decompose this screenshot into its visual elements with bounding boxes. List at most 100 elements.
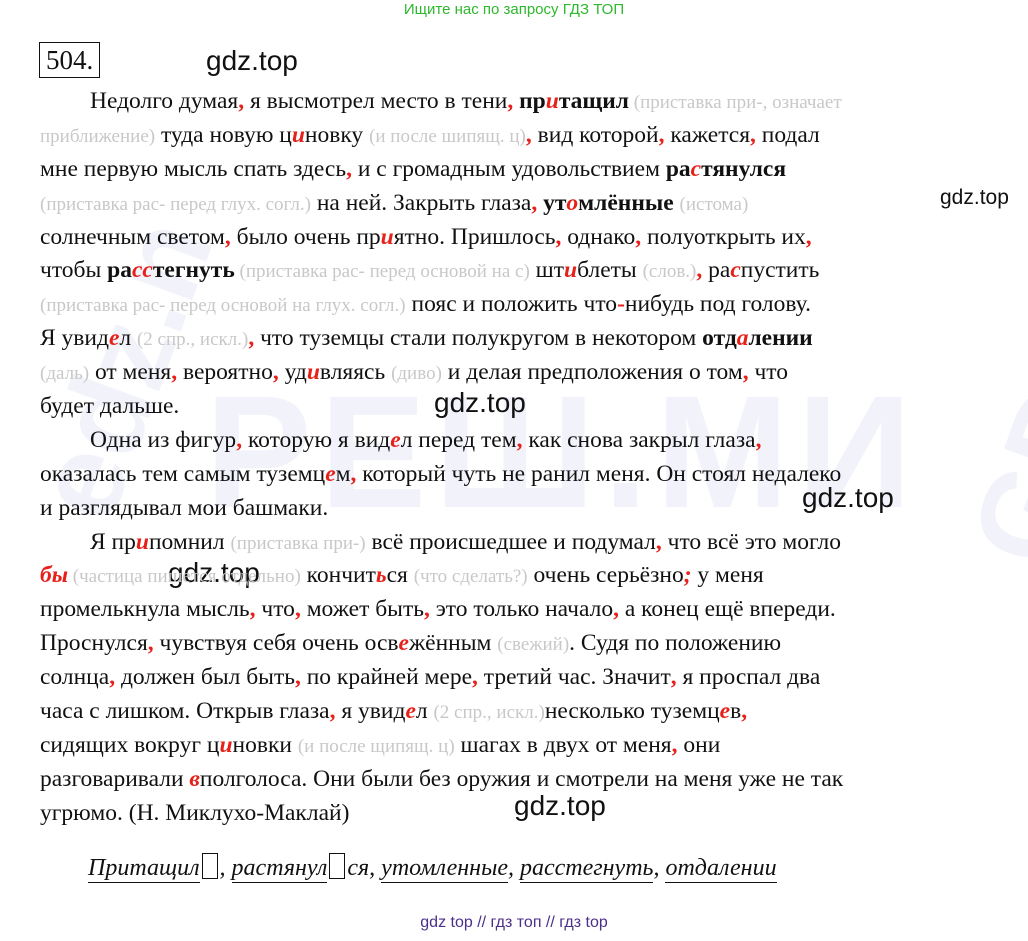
- text-fragment: кажется: [664, 121, 751, 148]
- text-fragment: Проснулся: [40, 630, 148, 657]
- highlighted-letter: а: [736, 325, 749, 352]
- text-fragment: лении: [748, 325, 813, 352]
- text-line: мне первую мысль спать здесь, и с громад…: [40, 153, 1025, 187]
- highlighted-letter: и: [545, 88, 559, 114]
- text-fragment: м: [335, 460, 351, 487]
- morpheme-word: отдалении: [665, 855, 777, 883]
- text-fragment: млённые: [578, 189, 674, 216]
- rule-note: (что сделать?): [413, 566, 528, 588]
- text-fragment: жённым: [408, 630, 498, 657]
- text-line: приближение) туда новую циновку (и после…: [40, 119, 1025, 153]
- text-fragment: что всё это могло: [661, 528, 841, 555]
- rule-note: (и после шипящ. ц): [369, 125, 526, 147]
- text-fragment: шагах в двух от меня: [454, 731, 672, 758]
- highlighted-letter: в: [189, 765, 200, 792]
- text-fragment: чувствуя себя очень осв: [153, 630, 399, 657]
- text-line: солнечным светом, было очень приятно. Пр…: [40, 221, 1025, 255]
- text-line: (даль) от меня, вероятно, удивляясь (див…: [40, 356, 1025, 390]
- exercise-text: Недолго думая, я высмотрел место в тени,…: [40, 85, 1025, 831]
- morpheme-word: Притащил: [88, 855, 200, 883]
- highlighted-letter: и: [306, 359, 320, 386]
- text-fragment: очень серьёзно: [527, 562, 684, 589]
- exercise-number: 504.: [39, 42, 101, 78]
- separator: ,: [653, 855, 666, 881]
- text-fragment: нибудь под голову.: [624, 291, 811, 318]
- text-fragment: л: [119, 325, 137, 352]
- text-fragment: которую я вид: [242, 426, 391, 453]
- highlighted-letter: с: [690, 155, 702, 182]
- text-fragment: я проспал два: [676, 664, 821, 691]
- text-fragment: что: [255, 596, 295, 623]
- rule-note: (свежий): [497, 634, 570, 656]
- highlighted-letter: и: [564, 257, 578, 284]
- rule-note: (приставка рас- перед глух. согл.): [40, 193, 311, 215]
- text-fragment: будет дальше.: [40, 393, 180, 420]
- text-fragment: однако: [561, 223, 636, 250]
- highlighted-letter: е: [398, 630, 409, 657]
- text-fragment: л: [415, 698, 434, 725]
- text-fragment: пояс и положить что: [405, 291, 618, 318]
- highlighted-letter: ;: [683, 562, 692, 589]
- text-fragment: от меня: [89, 359, 172, 386]
- text-fragment: как снова закрыл глаза: [522, 426, 756, 453]
- text-fragment: в: [730, 698, 742, 725]
- text-line: Я припомнил (приставка при-) всё происше…: [40, 526, 1025, 560]
- highlighted-letter: е: [390, 426, 401, 453]
- text-line: будет дальше.: [40, 390, 1025, 424]
- text-fragment: ятно. Пришлось: [393, 223, 556, 250]
- text-line: солнца, должен был быть, по крайней мере…: [40, 661, 1025, 695]
- text-line: (приставка рас- перед глух. согл.) на не…: [40, 187, 1025, 221]
- text-fragment: было очень пр: [230, 223, 381, 250]
- text-fragment: пустить: [740, 257, 820, 284]
- highlighted-letter: и: [219, 731, 233, 758]
- text-fragment: это только начало: [429, 596, 614, 623]
- text-fragment: что: [748, 359, 789, 386]
- separator: ,: [219, 855, 232, 881]
- highlighted-letter: бы: [40, 562, 69, 589]
- text-fragment: пр: [519, 88, 546, 114]
- text-fragment: солнца: [40, 664, 110, 691]
- text-fragment: Недолго думая: [90, 88, 239, 114]
- text-line: Я увидел (2 спр., искл.), что туземцы ст…: [40, 322, 1025, 356]
- text-fragment: оказалась тем самым туземц: [40, 460, 326, 487]
- text-fragment: должен был быть: [115, 664, 295, 691]
- text-fragment: несколько туземц: [544, 698, 720, 725]
- text-fragment: разговаривали: [40, 765, 190, 792]
- separator: ,: [369, 855, 382, 881]
- text-line: разговаривали вполголоса. Они были без о…: [40, 763, 1025, 797]
- text-fragment: вляясь: [319, 359, 392, 386]
- morpheme-word: растянул: [231, 855, 328, 883]
- highlighted-letter: сс: [131, 257, 153, 284]
- text-fragment: у меня: [691, 562, 764, 589]
- text-fragment: ра: [665, 155, 691, 182]
- text-fragment: я высмотрел место в тени: [244, 88, 508, 114]
- ending-box: [329, 853, 346, 879]
- footer-links[interactable]: gdz top // гдз топ // гдз top: [0, 914, 1028, 932]
- top-banner[interactable]: Ищите нас по запросу ГДЗ ТОП: [0, 1, 1028, 18]
- text-fragment: и разглядывал мои башмаки.: [40, 494, 329, 521]
- rule-note: (слов.): [642, 261, 697, 283]
- text-line: сидящих вокруг циновки (и после щипящ. ц…: [40, 729, 1025, 763]
- text-fragment: кончит: [300, 562, 376, 589]
- highlighted-letter: и: [380, 223, 394, 250]
- rule-note: пишется: [147, 566, 217, 588]
- highlighted-letter: и: [135, 528, 149, 555]
- text-line: Одна из фигур, которую я видел перед тем…: [40, 424, 1025, 458]
- text-fragment: солнечным светом: [40, 223, 225, 250]
- text-line: Недолго думая, я высмотрел место в тени,…: [40, 85, 1025, 119]
- rule-note: (приставка рас- перед основой на глух. с…: [40, 295, 406, 317]
- text-line: угрюмо. (Н. Миклухо-Маклай): [40, 797, 1025, 831]
- text-fragment: подал: [755, 121, 820, 148]
- text-fragment: новки: [232, 731, 298, 758]
- text-fragment: шт: [529, 257, 565, 284]
- rule-note: (даль): [40, 363, 90, 385]
- rule-note: отдельно): [216, 566, 301, 588]
- text-fragment: л перед тем: [400, 426, 517, 453]
- text-fragment: третий час. Значит: [477, 664, 671, 691]
- text-fragment: ра: [107, 257, 132, 284]
- text-fragment: который чуть не ранил меня. Он стоял нед…: [356, 460, 842, 487]
- text-fragment: чтобы: [40, 257, 108, 284]
- text-fragment: . Судя по положению: [569, 630, 782, 657]
- text-fragment: Одна из фигур: [90, 426, 237, 453]
- text-fragment: сидящих вокруг ц: [40, 731, 220, 758]
